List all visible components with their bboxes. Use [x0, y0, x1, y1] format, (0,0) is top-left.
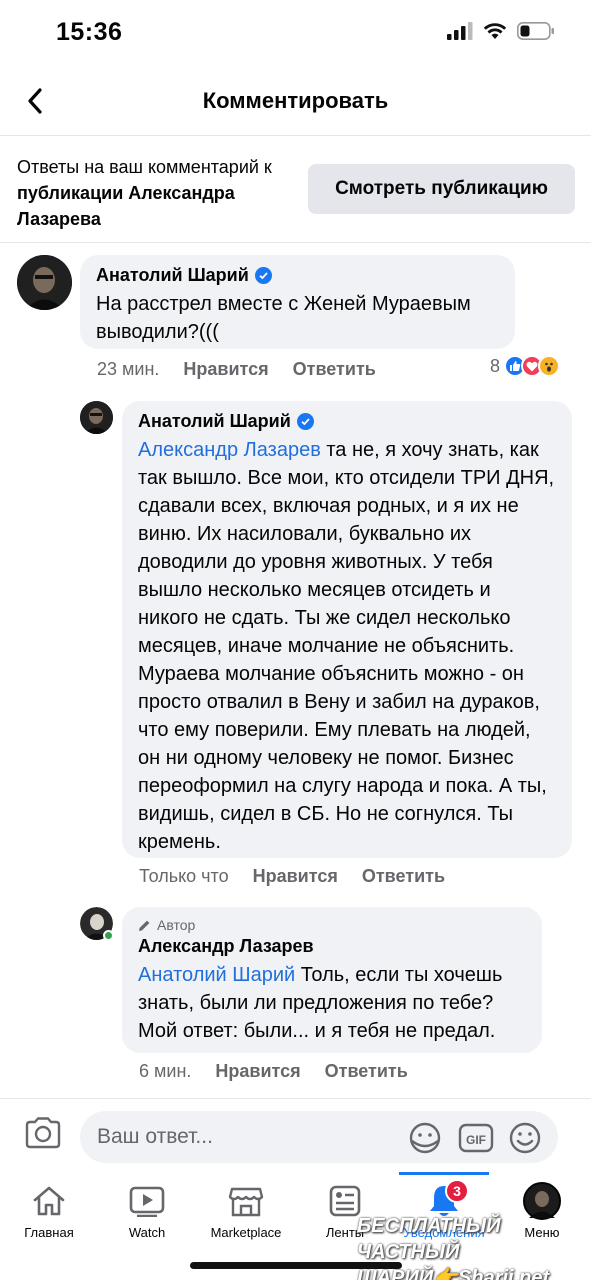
context-post-name: публикации Александра Лазарева: [17, 183, 235, 229]
like-button[interactable]: Нравится: [253, 866, 338, 887]
tab-watch[interactable]: Watch: [98, 1176, 196, 1256]
comment-time: 6 мин.: [139, 1061, 192, 1081]
context-prefix: Ответы на ваш комментарий к: [17, 157, 272, 177]
tab-label: Watch: [128, 1225, 166, 1240]
reaction-count: 8: [490, 355, 501, 376]
mention-link[interactable]: Александр Лазарев: [138, 439, 321, 461]
reply-button[interactable]: Ответить: [325, 1061, 408, 1082]
author-tag: Автор: [138, 917, 526, 933]
wifi-icon: [483, 23, 507, 39]
battery-icon: [517, 22, 554, 40]
tab-label: Главная: [24, 1225, 74, 1240]
reply-bar: Ваш ответ... GIF: [0, 1098, 591, 1176]
tab-marketplace[interactable]: Marketplace: [197, 1176, 295, 1256]
author-tag-label: Автор: [157, 917, 196, 933]
comment-body: та не, я хочу знать, как так вышло. Все …: [138, 439, 555, 853]
comment-bubble: Анатолий Шарий Александр Лазарев та не, …: [122, 401, 572, 858]
svg-text:GIF: GIF: [466, 1133, 486, 1147]
comment-bubble: Анатолий Шарий На расстрел вместе с Жене…: [80, 255, 515, 349]
context-bar: Ответы на ваш комментарий к публикации А…: [0, 137, 591, 243]
pencil-icon: [139, 920, 150, 931]
view-post-button[interactable]: Смотреть публикацию: [308, 164, 575, 214]
avatar[interactable]: [80, 401, 113, 434]
reply-button[interactable]: Ответить: [293, 359, 376, 380]
reply-input[interactable]: Ваш ответ... GIF: [80, 1111, 558, 1163]
watermark: БЕСПЛАТНЫЙ ЧАСТНЫЙ ШАРИЙ👉Sharij.net: [357, 1213, 591, 1280]
verified-icon: [254, 267, 272, 284]
camera-button[interactable]: [24, 1117, 62, 1154]
online-indicator: [103, 930, 114, 941]
avatar[interactable]: [80, 907, 114, 941]
tab-label: Marketplace: [210, 1225, 282, 1240]
avatar[interactable]: [17, 255, 72, 310]
reply-button[interactable]: Ответить: [362, 866, 445, 887]
avatar-photo: [17, 255, 72, 310]
reactions[interactable]: 8: [490, 355, 561, 377]
context-text: Ответы на ваш комментарий к публикации А…: [17, 154, 297, 232]
author-name[interactable]: Александр Лазарев: [138, 936, 314, 957]
mention-link[interactable]: Анатолий Шарий: [138, 964, 295, 986]
comment-author[interactable]: Анатолий Шарий: [138, 411, 556, 432]
signal-icon: [447, 22, 473, 40]
status-icons: [447, 22, 555, 40]
verified-icon: [296, 413, 314, 430]
comment-time: 23 мин.: [97, 359, 160, 379]
comment-author[interactable]: Анатолий Шарий: [96, 265, 499, 286]
page-title: Комментировать: [202, 88, 389, 113]
comment-text: Анатолий Шарий Толь, если ты хочешь знат…: [138, 961, 526, 1045]
wow-reaction-icon: [538, 355, 561, 377]
comment-actions: Только что Нравится Ответить: [139, 866, 445, 887]
comment-text: Александр Лазарев та не, я хочу знать, к…: [138, 436, 556, 856]
watch-icon: [129, 1186, 165, 1217]
comment-author[interactable]: Александр Лазарев: [138, 936, 526, 957]
home-icon: [33, 1186, 65, 1216]
active-tab-indicator: [399, 1172, 489, 1175]
comment-time: Только что: [139, 866, 229, 886]
like-button[interactable]: Нравится: [183, 359, 268, 380]
reply-placeholder: Ваш ответ...: [97, 1125, 213, 1148]
camera-icon: [25, 1117, 61, 1149]
notification-badge: 3: [445, 1179, 469, 1203]
emoji-icon[interactable]: [508, 1121, 542, 1155]
comment-bubble: Автор Александр Лазарев Анатолий Шарий Т…: [122, 907, 542, 1053]
status-bar: 15:36: [0, 0, 591, 68]
status-time: 15:36: [56, 18, 123, 46]
like-button[interactable]: Нравится: [215, 1061, 300, 1082]
home-indicator: [190, 1262, 402, 1269]
watermark-line1: БЕСПЛАТНЫЙ ЧАСТНЫЙ: [357, 1215, 501, 1263]
avatar-photo: [80, 401, 113, 434]
tab-home[interactable]: Главная: [0, 1176, 98, 1256]
comment-actions: 6 мин. Нравится Ответить: [139, 1061, 408, 1082]
avatar-sticker-icon[interactable]: [408, 1121, 442, 1155]
marketplace-icon: [228, 1187, 264, 1217]
author-name[interactable]: Анатолий Шарий: [96, 265, 249, 286]
header: Комментировать: [0, 68, 591, 136]
gif-icon[interactable]: GIF: [458, 1121, 494, 1155]
comment-text: На расстрел вместе с Женей Мураевым выво…: [96, 293, 471, 343]
comment-actions: 23 мин. Нравится Ответить: [97, 359, 376, 380]
author-name[interactable]: Анатолий Шарий: [138, 411, 291, 432]
